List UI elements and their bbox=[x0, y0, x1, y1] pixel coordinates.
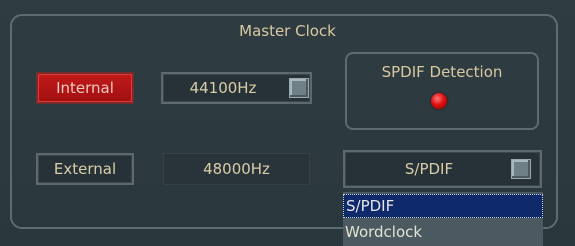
internal-rate-dropdown-icon[interactable] bbox=[289, 78, 309, 98]
spdif-detection-led-icon bbox=[431, 93, 447, 109]
master-clock-panel: Master Clock Internal 44100Hz SPDIF Dete… bbox=[0, 0, 575, 246]
master-clock-title: Master Clock bbox=[239, 22, 336, 40]
external-rate-value: 48000Hz bbox=[163, 153, 310, 185]
clock-source-selected-value: S/PDIF bbox=[404, 160, 454, 178]
internal-rate-value: 44100Hz bbox=[189, 79, 257, 97]
external-clock-button[interactable]: External bbox=[36, 153, 134, 185]
spdif-detection-title: SPDIF Detection bbox=[381, 63, 503, 81]
clock-source-select[interactable]: S/PDIF bbox=[343, 150, 542, 188]
clock-source-dropdown-list: S/PDIF Wordclock bbox=[343, 192, 543, 246]
dropdown-option-spdif[interactable]: S/PDIF bbox=[343, 194, 543, 218]
dropdown-option-wordclock[interactable]: Wordclock bbox=[343, 220, 543, 244]
clock-source-dropdown-icon[interactable] bbox=[511, 159, 531, 179]
internal-rate-field[interactable]: 44100Hz bbox=[161, 72, 312, 104]
internal-clock-button[interactable]: Internal bbox=[36, 72, 134, 104]
